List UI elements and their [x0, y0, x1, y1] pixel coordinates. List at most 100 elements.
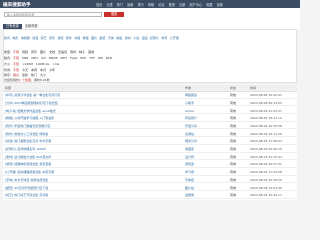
table-row[interactable]: [教程] 从零开始学习编程 入门到进阶 转载用户 有效 2023-08-05 1…: [3, 114, 297, 122]
nav-item[interactable]: 收藏: [206, 2, 212, 7]
filter-option[interactable]: 大小: [40, 73, 46, 77]
table-row[interactable]: [综艺] 热门综艺节目全集 高清版 追剧党 有效 2023-08-04 10:4…: [3, 191, 297, 199]
row-author-link[interactable]: 追剧党: [185, 193, 225, 197]
hot-word-link[interactable]: 素材: [125, 36, 131, 40]
row-title-link[interactable]: [公开课] 名校课程视频合集 中英字幕: [5, 170, 155, 174]
filter-option[interactable]: 本周: [31, 68, 37, 72]
table-row[interactable]: [电子书] 经典文学作品合集 epub格式 admin 有效 2023-08-0…: [3, 106, 297, 115]
row-author-link[interactable]: 网友分享: [185, 139, 225, 143]
filter-option[interactable]: >1G: [52, 62, 59, 66]
hot-word-link[interactable]: 电影: [12, 36, 18, 40]
site-logo[interactable]: 磁采搜索助手: [3, 2, 31, 8]
hot-word-link[interactable]: 字体: [108, 36, 114, 40]
row-title-link[interactable]: [分享] 2023精选视频素材打包下载合集: [5, 101, 155, 105]
filter-option[interactable]: 今年: [49, 68, 55, 72]
table-row[interactable]: [分享] 2023精选视频素材打包下载合集 小助手 有效 2023-08-06 …: [3, 99, 297, 107]
row-title-link[interactable]: [素材] 设计模板大合集 PSD源文件: [5, 155, 155, 159]
column-header-time[interactable]: 时间: [250, 86, 256, 90]
row-author-link[interactable]: 学习者: [185, 170, 225, 174]
filter-option[interactable]: FLAC: [70, 56, 78, 60]
table-row[interactable]: [游戏] 经典单机游戏合集 免安装版 游戏迷 有效 2023-08-04 20:…: [3, 160, 297, 168]
row-author-link[interactable]: 字体控: [185, 178, 225, 182]
filter-option[interactable]: AVI: [41, 56, 46, 60]
filter-option[interactable]: 音乐: [31, 50, 37, 54]
filter-option[interactable]: TXT: [89, 56, 95, 60]
row-title-link[interactable]: [软件] 常用办公工具合集 绿色版: [5, 132, 155, 136]
hot-word-link[interactable]: 音乐: [49, 36, 55, 40]
table-row[interactable]: [纪录片] 自然地理系列 1080P 收藏家 有效 2023-08-05 09:…: [3, 145, 297, 153]
row-author-link[interactable]: 小助手: [185, 101, 225, 105]
hot-word-link[interactable]: 模板: [116, 36, 122, 40]
hot-word-link[interactable]: 公开课: [170, 36, 179, 40]
row-title-link[interactable]: [音乐] 年度热门歌曲无损音质打包: [5, 124, 155, 128]
hot-word-link[interactable]: 动漫: [32, 36, 38, 40]
filter-option[interactable]: 其他: [88, 50, 94, 54]
filter-option[interactable]: 不限: [13, 50, 19, 54]
row-title-link[interactable]: [综艺] 热门综艺节目全集 高清版: [5, 193, 155, 197]
filter-option[interactable]: 文档: [49, 50, 55, 54]
nav-item[interactable]: 首页: [96, 2, 102, 7]
hot-word-link[interactable]: 体育: [161, 36, 167, 40]
filter-option[interactable]: 今天: [22, 68, 28, 72]
nav-item[interactable]: 热门: [117, 2, 123, 7]
row-title-link[interactable]: [中字] 资源分享合集 第一季全集高清打包: [5, 93, 155, 97]
row-title-link[interactable]: [纪录片] 自然地理系列 1080P: [5, 147, 155, 151]
nav-item[interactable]: 分类: [106, 2, 112, 7]
row-title-link[interactable]: [动漫] 热门番剧全集高清 中文字幕: [5, 139, 155, 143]
hot-word-link[interactable]: 电视剧: [21, 36, 30, 40]
hot-word-link[interactable]: 漫画: [142, 36, 148, 40]
hot-word-link[interactable]: 壁纸: [99, 36, 105, 40]
filter-option[interactable]: 软件: [70, 50, 76, 54]
hot-word-link[interactable]: 书籍: [74, 36, 80, 40]
table-row[interactable]: [字体] 中文字体包 商用免费合集 字体控 有效 2023-08-04 15:2…: [3, 176, 297, 184]
row-author-link[interactable]: 转载用户: [185, 116, 225, 120]
column-header-author[interactable]: 作者: [185, 86, 191, 90]
table-row[interactable]: [公开课] 名校课程视频合集 中英字幕 学习者 有效 2023-08-04 17…: [3, 168, 297, 176]
nav-item[interactable]: 用户中心: [189, 2, 202, 7]
search-button[interactable]: 搜索: [104, 12, 124, 18]
filter-option[interactable]: 100M-1G: [36, 62, 50, 66]
filter-option[interactable]: 压缩包: [58, 50, 67, 54]
row-title-link[interactable]: [教程] 从零开始学习编程 入门到进阶: [5, 116, 155, 120]
nav-item[interactable]: 设置: [217, 2, 223, 7]
filter-option[interactable]: 相关: [13, 73, 19, 77]
filter-option[interactable]: 不限: [13, 68, 19, 72]
row-author-link[interactable]: admin: [185, 109, 225, 113]
filter-option[interactable]: 本月: [40, 68, 46, 72]
table-row[interactable]: [素材] 设计模板大合集 PSD源文件 设计师 有效 2023-08-04 22…: [3, 153, 297, 161]
filter-option[interactable]: ZIP: [98, 56, 103, 60]
filter-option[interactable]: 不限: [13, 56, 19, 60]
search-input[interactable]: [4, 12, 102, 18]
row-author-link[interactable]: 网络搬运: [185, 93, 225, 97]
row-title-link[interactable]: [游戏] 经典单机游戏合集 免安装版: [5, 162, 155, 166]
row-author-link[interactable]: 资源站: [185, 132, 225, 136]
nav-item[interactable]: 排行: [138, 2, 144, 7]
filter-option[interactable]: RMVB: [49, 56, 58, 60]
row-author-link[interactable]: 图片站: [185, 186, 225, 190]
hot-word-link[interactable]: 小说: [133, 36, 139, 40]
table-row[interactable]: [音乐] 年度热门歌曲无损音质打包 乐迷分享 有效 2023-08-05 16:…: [3, 122, 297, 130]
row-author-link[interactable]: 游戏迷: [185, 162, 225, 166]
nav-item[interactable]: 最新: [127, 2, 133, 7]
row-author-link[interactable]: 乐迷分享: [185, 124, 225, 128]
filter-option[interactable]: MP3: [61, 56, 67, 60]
row-title-link[interactable]: [壁纸] 4K高清风景壁纸打包下载: [5, 186, 155, 190]
row-author-link[interactable]: 设计师: [185, 155, 225, 159]
filter-option[interactable]: 视频: [22, 50, 28, 54]
column-header-status[interactable]: 状态: [230, 86, 236, 90]
column-header-title[interactable]: 标题: [5, 86, 11, 90]
filter-option[interactable]: MP4: [22, 56, 28, 60]
nav-item[interactable]: 登录: [169, 2, 175, 7]
hot-word-link[interactable]: 综艺: [41, 36, 47, 40]
filter-option[interactable]: MKV: [31, 56, 38, 60]
filter-option[interactable]: RAR: [106, 56, 112, 60]
nav-item[interactable]: 论坛: [158, 2, 164, 7]
row-title-link[interactable]: [电子书] 经典文学作品合集 epub格式: [5, 109, 155, 113]
hot-word-link[interactable]: 图片: [91, 36, 97, 40]
nav-item[interactable]: 注册: [179, 2, 185, 7]
nav-item[interactable]: 帮助: [148, 2, 154, 7]
table-row[interactable]: [中字] 资源分享合集 第一季全集高清打包 网络搬运 有效 2023-08-06…: [3, 91, 297, 99]
table-row[interactable]: [动漫] 热门番剧全集高清 中文字幕 网友分享 有效 2023-08-05 11…: [3, 137, 297, 145]
table-row[interactable]: [壁纸] 4K高清风景壁纸打包下载 图片站 有效 2023-08-04 13:0…: [3, 183, 297, 192]
row-author-link[interactable]: 收藏家: [185, 147, 225, 151]
